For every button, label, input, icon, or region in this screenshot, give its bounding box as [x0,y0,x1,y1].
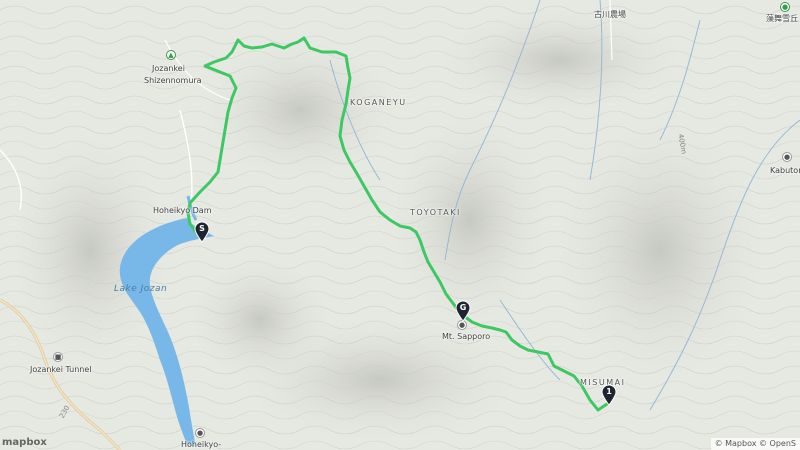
map-canvas[interactable]: ▲ Jozankei Shizennomura Hoheikyo Dam KOG… [0,0,800,450]
park-icon: ▲ [166,50,176,60]
waypoint-1-glyph: 1 [606,387,612,396]
label-jozankei-tunnel[interactable]: Jozankei Tunnel [30,365,92,375]
label-mt-sapporo[interactable]: Mt. Sapporo [442,332,490,342]
goal-marker[interactable]: G [455,300,471,322]
mapbox-logo[interactable]: mapbox [0,437,47,448]
tunnel-icon: ■ [53,352,63,362]
label-hoheikyo-dam[interactable]: Hoheikyo Dam [153,206,212,216]
label-shizennomura[interactable]: Shizennomura [144,76,202,86]
label-top-right: 藻舞雪丘 [766,14,798,23]
landmark-icon: ● [195,428,205,438]
poi-top-right-icon: ● [780,2,790,12]
label-lake-jozan: Lake Jozan [114,284,168,294]
start-marker[interactable]: S [194,221,210,243]
start-marker-glyph: S [199,224,205,233]
label-koganeyu: KOGANEYU [350,98,407,107]
label-toyotaki: TOYOTAKI [410,208,461,217]
label-furukawa-farm: 古川農場 [594,10,626,19]
waypoint-1-marker[interactable]: 1 [601,384,617,406]
map-attribution[interactable]: © Mapbox © OpenS [710,438,800,450]
terrain-layer [0,0,800,450]
goal-marker-glyph: G [459,303,467,312]
label-hoheikyo[interactable]: Hoheikyo- [181,440,221,450]
label-jozankei[interactable]: Jozankei [152,64,185,74]
kabuto-icon: ● [782,152,792,162]
label-kabuton[interactable]: Kabuton [770,166,800,176]
